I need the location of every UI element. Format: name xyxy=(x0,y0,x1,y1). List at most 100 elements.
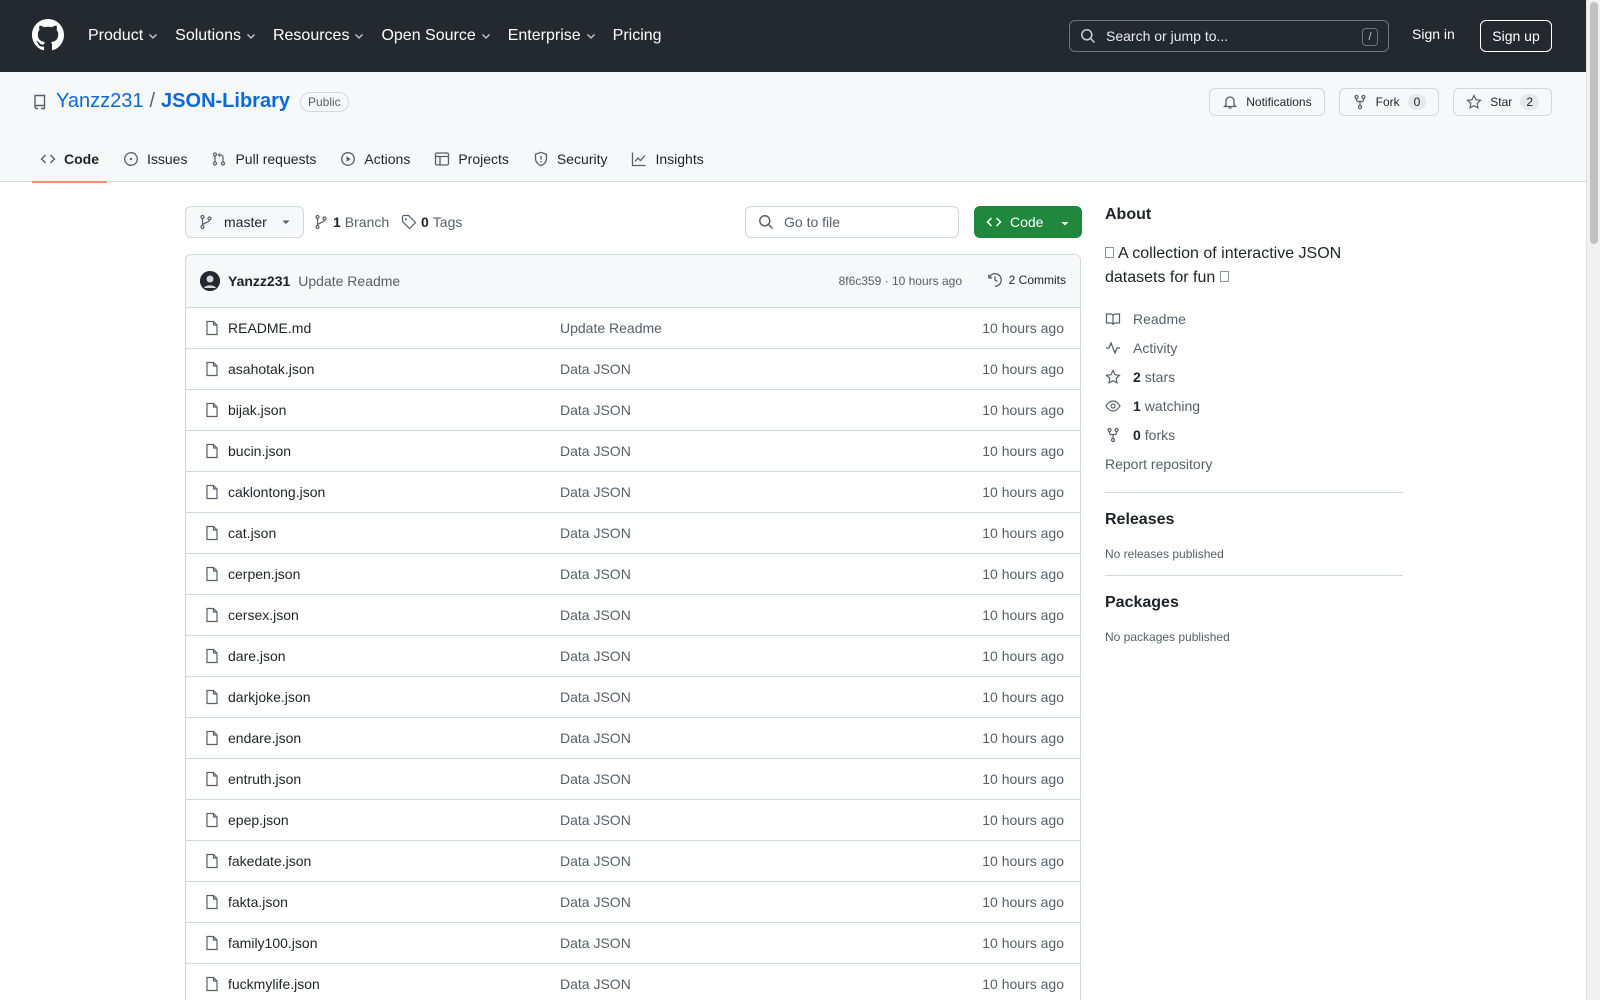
file-name-link[interactable]: family100.json xyxy=(228,935,318,951)
table-row[interactable]: fakedate.json Data JSON 10 hours ago xyxy=(186,841,1080,882)
tab-security[interactable]: Security xyxy=(525,136,616,182)
file-name-link[interactable]: cat.json xyxy=(228,525,276,541)
commit-author-link[interactable]: Yanzz231 xyxy=(228,273,290,289)
sign-up-button[interactable]: Sign up xyxy=(1480,20,1552,52)
stars-link[interactable]: 2 stars xyxy=(1105,362,1403,391)
file-name-link[interactable]: entruth.json xyxy=(228,771,301,787)
tab-projects[interactable]: Projects xyxy=(426,136,517,182)
nav-product[interactable]: Product xyxy=(88,27,159,45)
activity-link[interactable]: Activity xyxy=(1105,333,1403,362)
file-name-link[interactable]: README.md xyxy=(228,320,311,336)
file-name-link[interactable]: fuckmylife.json xyxy=(228,976,320,992)
nav-resources[interactable]: Resources xyxy=(273,27,365,45)
file-name-link[interactable]: bijak.json xyxy=(228,402,286,418)
table-row[interactable]: family100.json Data JSON 10 hours ago xyxy=(186,923,1080,964)
tab-issues[interactable]: Issues xyxy=(115,136,195,182)
file-name-link[interactable]: epep.json xyxy=(228,812,289,828)
file-name-link[interactable]: endare.json xyxy=(228,730,301,746)
file-name-link[interactable]: asahotak.json xyxy=(228,361,314,377)
file-commit-message-link[interactable]: Data JSON xyxy=(560,443,631,459)
nav-open-source[interactable]: Open Source xyxy=(381,27,491,45)
table-row[interactable]: README.md Update Readme 10 hours ago xyxy=(186,308,1080,349)
notifications-button[interactable]: Notifications xyxy=(1209,88,1325,116)
table-row[interactable]: endare.json Data JSON 10 hours ago xyxy=(186,718,1080,759)
tab-code[interactable]: Code xyxy=(32,136,107,183)
tags-link[interactable]: 0 Tags xyxy=(401,214,462,230)
file-commit-message-link[interactable]: Data JSON xyxy=(560,402,631,418)
file-commit-message-link[interactable]: Data JSON xyxy=(560,853,631,869)
file-commit-message-link[interactable]: Data JSON xyxy=(560,771,631,787)
repo-name-link[interactable]: JSON-Library xyxy=(161,90,290,113)
repo-owner-link[interactable]: Yanzz231 xyxy=(56,90,143,113)
fork-button[interactable]: Fork 0 xyxy=(1338,88,1440,116)
table-row[interactable]: fakta.json Data JSON 10 hours ago xyxy=(186,882,1080,923)
table-row[interactable]: cat.json Data JSON 10 hours ago xyxy=(186,513,1080,554)
table-row[interactable]: fuckmylife.json Data JSON 10 hours ago xyxy=(186,964,1080,1000)
file-name-link[interactable]: fakedate.json xyxy=(228,853,311,869)
releases-title[interactable]: Releases xyxy=(1105,511,1403,529)
file-commit-message-link[interactable]: Data JSON xyxy=(560,976,631,992)
branches-link[interactable]: 1 Branch xyxy=(313,214,389,230)
file-commit-message-link[interactable]: Data JSON xyxy=(560,484,631,500)
stars-count: 2 xyxy=(1133,368,1141,385)
github-logo-icon[interactable] xyxy=(32,19,64,51)
file-commit-message-link[interactable]: Update Readme xyxy=(560,320,662,336)
file-name-link[interactable]: darkjoke.json xyxy=(228,689,311,705)
file-name-link[interactable]: fakta.json xyxy=(228,894,288,910)
table-row[interactable]: cerpen.json Data JSON 10 hours ago xyxy=(186,554,1080,595)
file-commit-message-link[interactable]: Data JSON xyxy=(560,812,631,828)
file-commit-message-link[interactable]: Data JSON xyxy=(560,689,631,705)
branch-count-label: Branch xyxy=(344,214,390,230)
star-button[interactable]: Star 2 xyxy=(1453,88,1552,116)
file-commit-message-link[interactable]: Data JSON xyxy=(560,935,631,951)
file-commit-message-link[interactable]: Data JSON xyxy=(560,648,631,664)
commits-history-link[interactable]: 2 Commits xyxy=(987,272,1066,288)
file-name-link[interactable]: dare.json xyxy=(228,648,286,664)
nav-enterprise[interactable]: Enterprise xyxy=(508,27,597,45)
scrollbar-thumb[interactable] xyxy=(1590,2,1598,244)
sign-in-link[interactable]: Sign in xyxy=(1412,26,1455,42)
table-row[interactable]: cersex.json Data JSON 10 hours ago xyxy=(186,595,1080,636)
table-row[interactable]: epep.json Data JSON 10 hours ago xyxy=(186,800,1080,841)
page-scrollbar[interactable] xyxy=(1586,0,1600,1000)
file-commit-message-link[interactable]: Data JSON xyxy=(560,607,631,623)
about-sidebar: About A collection of interactive JSON d… xyxy=(1105,206,1403,644)
file-commit-message-link[interactable]: Data JSON xyxy=(560,566,631,582)
table-row[interactable]: caklontong.json Data JSON 10 hours ago xyxy=(186,472,1080,513)
table-row[interactable]: asahotak.json Data JSON 10 hours ago xyxy=(186,349,1080,390)
global-search-input[interactable]: Search or jump to... / xyxy=(1069,20,1389,52)
file-commit-message-link[interactable]: Data JSON xyxy=(560,361,631,377)
commit-message-link[interactable]: Update Readme xyxy=(298,273,400,289)
tab-insights[interactable]: Insights xyxy=(623,136,711,182)
table-row[interactable]: bijak.json Data JSON 10 hours ago xyxy=(186,390,1080,431)
avatar[interactable] xyxy=(200,271,220,291)
file-name-link[interactable]: caklontong.json xyxy=(228,484,325,500)
file-commit-message-link[interactable]: Data JSON xyxy=(560,525,631,541)
branch-selector[interactable]: master xyxy=(185,206,304,238)
nav-pricing[interactable]: Pricing xyxy=(613,27,662,45)
table-row[interactable]: entruth.json Data JSON 10 hours ago xyxy=(186,759,1080,800)
file-commit-message-link[interactable]: Data JSON xyxy=(560,730,631,746)
file-name-link[interactable]: cersex.json xyxy=(228,607,299,623)
file-commit-message-link[interactable]: Data JSON xyxy=(560,894,631,910)
file-name-link[interactable]: bucin.json xyxy=(228,443,291,459)
report-repository-link[interactable]: Report repository xyxy=(1105,449,1403,478)
watching-link[interactable]: 1 watching xyxy=(1105,391,1403,420)
forks-link[interactable]: 0 forks xyxy=(1105,420,1403,449)
table-row[interactable]: bucin.json Data JSON 10 hours ago xyxy=(186,431,1080,472)
play-icon xyxy=(340,151,356,167)
packages-title[interactable]: Packages xyxy=(1105,594,1403,612)
fork-icon xyxy=(1352,94,1368,110)
readme-link[interactable]: Readme xyxy=(1105,304,1403,333)
branch-icon xyxy=(313,214,329,230)
table-row[interactable]: darkjoke.json Data JSON 10 hours ago xyxy=(186,677,1080,718)
go-to-file-input[interactable]: Go to file xyxy=(745,206,959,238)
table-row[interactable]: dare.json Data JSON 10 hours ago xyxy=(186,636,1080,677)
nav-solutions[interactable]: Solutions xyxy=(175,27,257,45)
code-dropdown-button[interactable]: Code xyxy=(974,206,1082,238)
tab-pull-requests[interactable]: Pull requests xyxy=(203,136,324,182)
tab-actions[interactable]: Actions xyxy=(332,136,418,182)
search-placeholder: Search or jump to... xyxy=(1106,28,1229,44)
commit-hash-time[interactable]: 8f6c359 · 10 hours ago xyxy=(839,274,962,288)
file-name-link[interactable]: cerpen.json xyxy=(228,566,300,582)
